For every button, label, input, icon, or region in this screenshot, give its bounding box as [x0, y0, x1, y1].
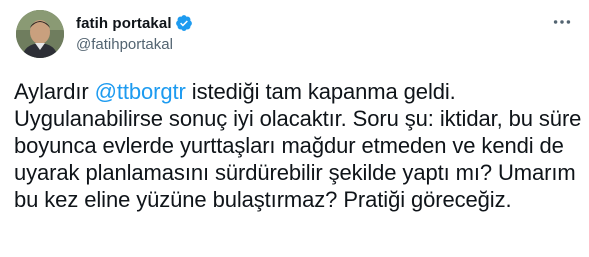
tweet-text: Aylardır @ttborgtr istediği tam kapanma … [14, 78, 584, 213]
tweet-header: fatih portakal @fatihportakal [76, 13, 193, 53]
display-name[interactable]: fatih portakal [76, 15, 172, 32]
tweet-text-start: Aylardır [14, 79, 95, 104]
verified-badge-icon [175, 15, 192, 31]
more-options-button[interactable] [547, 10, 577, 34]
more-horizontal-icon [553, 20, 571, 24]
avatar[interactable] [16, 10, 64, 58]
mention-link[interactable]: @ttborgtr [95, 79, 186, 104]
tweet-card: fatih portakal @fatihportakal Aylardır @… [0, 0, 589, 257]
user-handle[interactable]: @fatihportakal [76, 36, 193, 53]
avatar-photo [16, 10, 64, 58]
name-row: fatih portakal [76, 13, 193, 33]
